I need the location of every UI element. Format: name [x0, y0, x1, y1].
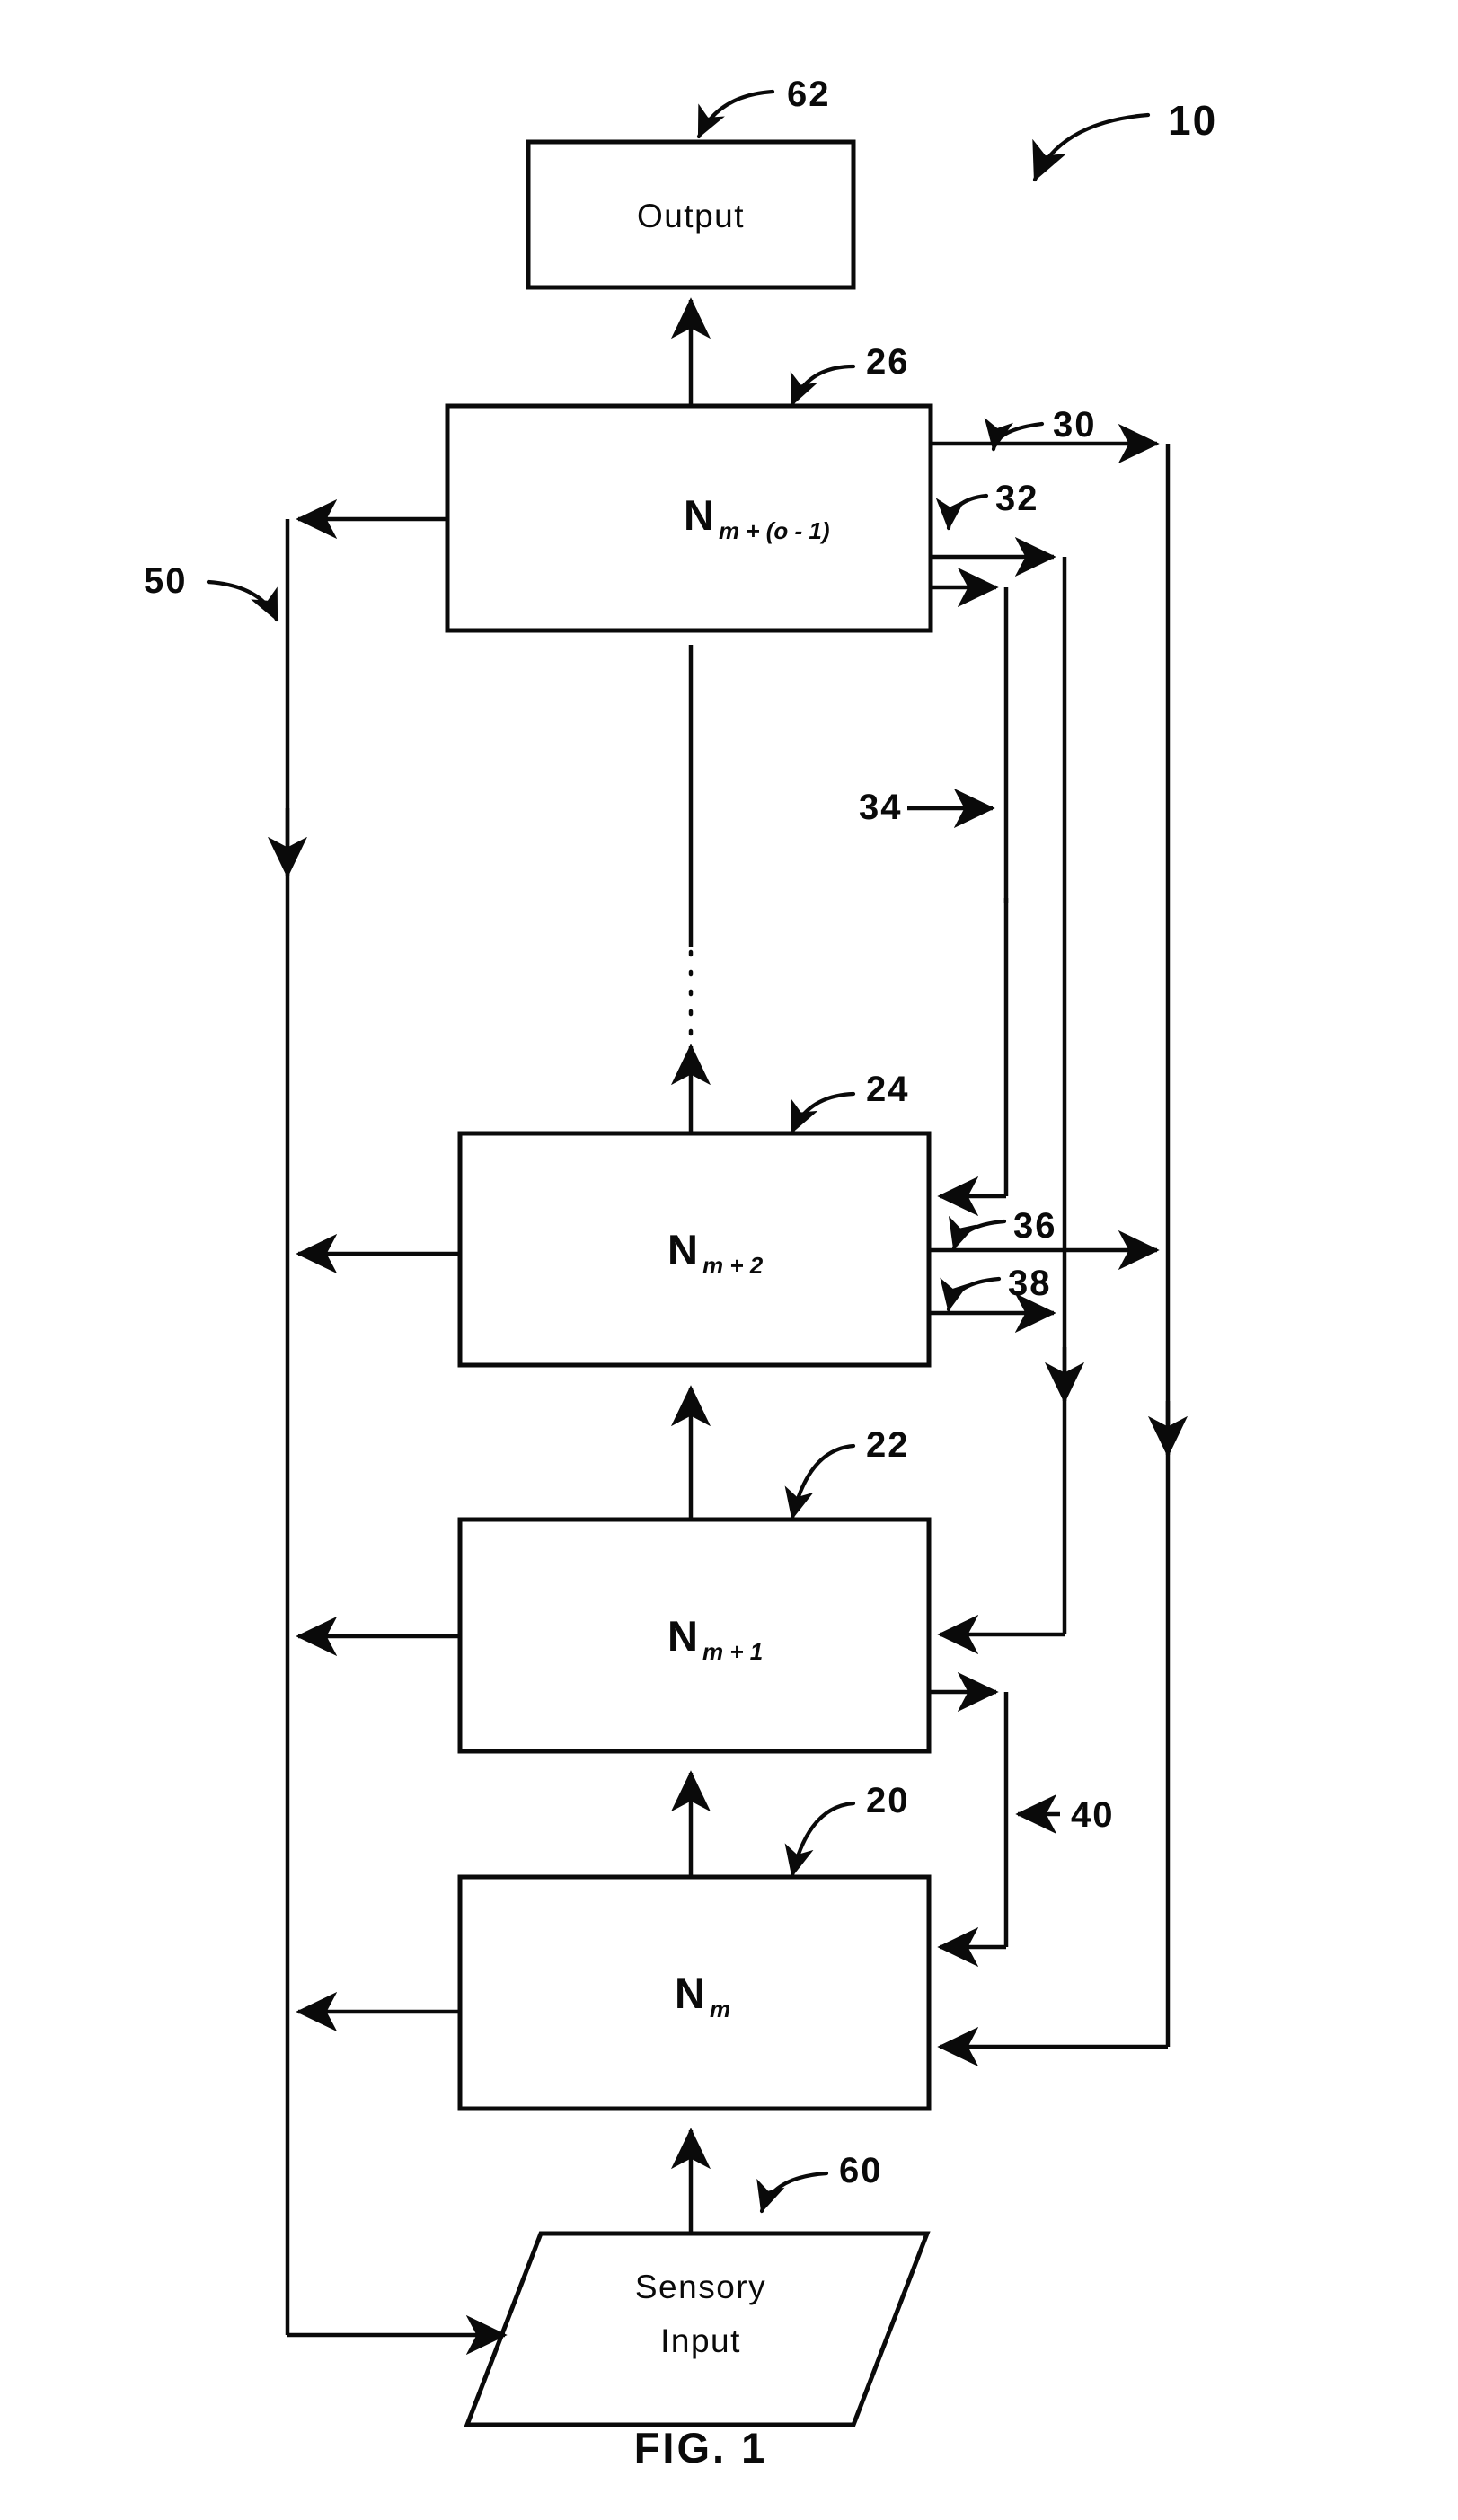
- leader-38: [940, 1276, 1002, 1312]
- layer-mplus2-label-main: N: [667, 1226, 698, 1273]
- ref-20-label: 20: [866, 1781, 910, 1820]
- ref-60-label: 60: [839, 2151, 883, 2190]
- leader-36: [949, 1215, 1007, 1251]
- leader-10: [1032, 112, 1151, 182]
- layer-top-label-main: N: [684, 491, 714, 539]
- layer-top-label-sub: m + (o - 1): [719, 517, 830, 544]
- layer-m-label-sub: m: [710, 1996, 730, 2022]
- sensory-input-label-line1: Sensory: [635, 2269, 766, 2305]
- leader-20: [784, 1801, 856, 1878]
- patent-figure-svg: Output N m + (o - 1) N m + 2 N m + 1 N m…: [144, 75, 1217, 2472]
- leader-50: [206, 579, 279, 622]
- leader-62: [696, 89, 775, 139]
- ref-26-label: 26: [866, 342, 910, 382]
- leader-26: [790, 364, 856, 407]
- sensory-input-label-line2: Input: [660, 2322, 741, 2359]
- ref-50-label: 50: [144, 561, 188, 601]
- ref-30-label: 30: [1053, 405, 1097, 445]
- layer-m-label-main: N: [675, 1969, 705, 2017]
- ref-22-label: 22: [866, 1425, 910, 1465]
- figure-caption: FIG. 1: [634, 2424, 768, 2472]
- figure-canvas: Output N m + (o - 1) N m + 2 N m + 1 N m…: [0, 0, 1458, 2520]
- ref-24-label: 24: [866, 1070, 910, 1109]
- leader-60: [756, 2171, 829, 2214]
- leader-32: [935, 493, 989, 531]
- leader-24: [790, 1091, 856, 1134]
- leader-22: [784, 1443, 856, 1520]
- ref-62-label: 62: [787, 75, 831, 114]
- ref-36-label: 36: [1013, 1206, 1057, 1246]
- ref-40-label: 40: [1071, 1795, 1115, 1835]
- output-box-label: Output: [637, 198, 745, 234]
- ref-10-label: 10: [1168, 97, 1217, 144]
- ref-38-label: 38: [1008, 1264, 1052, 1303]
- ref-32-label: 32: [995, 479, 1039, 518]
- layer-mplus2-label-sub: m + 2: [702, 1252, 764, 1279]
- layer-mplus1-label-sub: m + 1: [702, 1638, 763, 1665]
- ref-34-label: 34: [859, 788, 903, 827]
- layer-mplus1-label-main: N: [667, 1612, 698, 1660]
